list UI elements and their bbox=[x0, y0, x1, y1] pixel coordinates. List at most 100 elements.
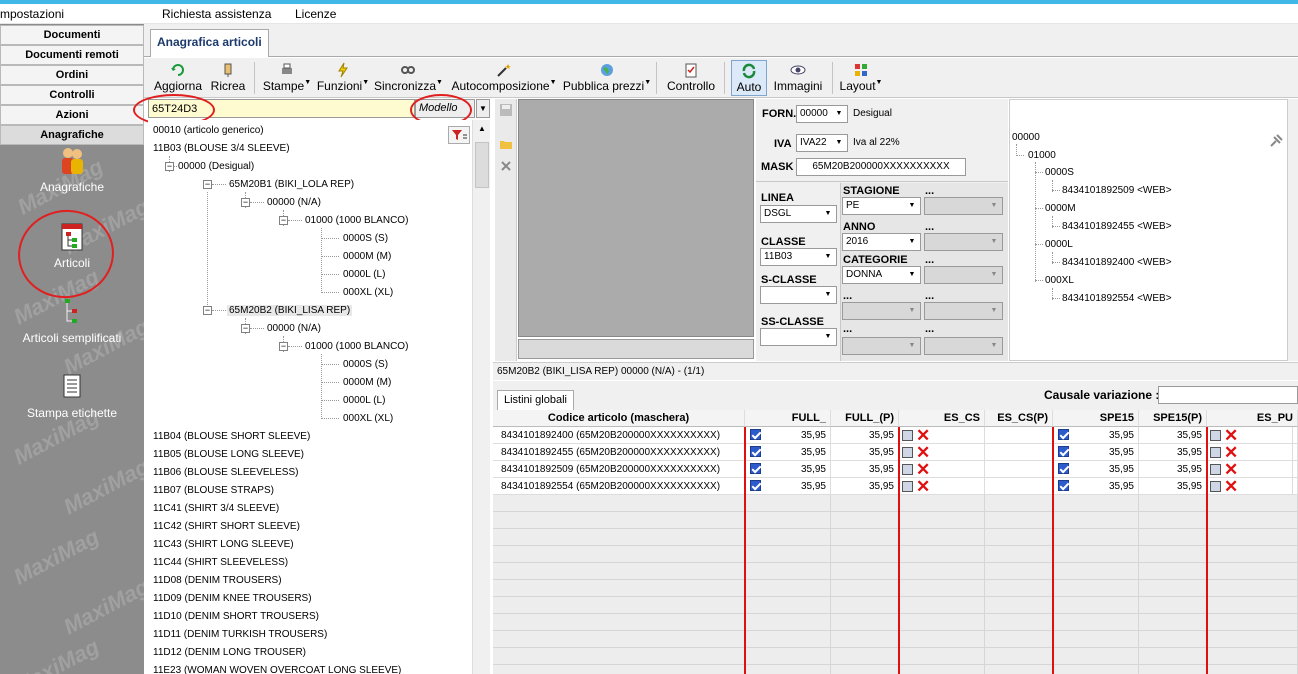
menu-impostazioni[interactable]: mpostazioni bbox=[0, 7, 64, 21]
folder-icon[interactable] bbox=[499, 137, 513, 151]
cell-empty[interactable] bbox=[985, 444, 1053, 461]
nav-icon-anagrafiche[interactable]: Anagrafiche bbox=[0, 146, 144, 194]
tree-node[interactable]: 00000 (Desigual) bbox=[178, 161, 254, 172]
tree-node[interactable]: 01000 (1000 BLANCO) bbox=[305, 215, 408, 226]
variant-node[interactable]: 0000S bbox=[1045, 167, 1074, 178]
cell-price-p[interactable]: 35,95 bbox=[831, 461, 899, 478]
linea-select[interactable]: DSGL ▼ bbox=[760, 205, 837, 223]
tree-node[interactable]: 11E23 (WOMAN WOVEN OVERCOAT LONG SLEEVE) bbox=[153, 665, 401, 674]
remove-price-icon[interactable]: ✕ bbox=[916, 444, 930, 461]
price-flag-checkbox[interactable] bbox=[1210, 481, 1221, 492]
tree-node[interactable]: 00010 (articolo generico) bbox=[153, 125, 264, 136]
price-flag-checkbox[interactable] bbox=[1210, 464, 1221, 475]
cell-price[interactable]: 35,95 bbox=[745, 427, 831, 444]
layout-button[interactable]: Layout▼ bbox=[838, 60, 884, 96]
variant-node[interactable]: 0000L bbox=[1045, 239, 1073, 250]
cell-empty[interactable] bbox=[985, 461, 1053, 478]
remove-price-icon[interactable]: ✕ bbox=[1224, 444, 1238, 461]
cell-empty[interactable] bbox=[1293, 427, 1298, 444]
tree-node[interactable]: 11B07 (BLOUSE STRAPS) bbox=[153, 485, 274, 496]
anno-select[interactable]: 2016 ▼ bbox=[842, 233, 921, 251]
tree-node[interactable]: 0000M (M) bbox=[343, 251, 391, 262]
causale-input[interactable] bbox=[1158, 386, 1298, 404]
cell-empty[interactable] bbox=[1293, 478, 1298, 495]
cell-codice[interactable]: 8434101892554 (65M20B200000XXXXXXXXXX) bbox=[493, 478, 745, 495]
tree-node[interactable]: 11B06 (BLOUSE SLEEVELESS) bbox=[153, 467, 298, 478]
tree-node[interactable]: 000XL (XL) bbox=[343, 287, 393, 298]
tree-node[interactable]: 00000 (N/A) bbox=[267, 197, 321, 208]
scroll-up-arrow[interactable]: ▲ bbox=[475, 124, 489, 138]
tree-node[interactable]: 11C42 (SHIRT SHORT SLEEVE) bbox=[153, 521, 300, 532]
scroll-thumb[interactable] bbox=[475, 142, 489, 188]
cell-codice[interactable]: 8434101892509 (65M20B200000XXXXXXXXXX) bbox=[493, 461, 745, 478]
price-flag-checkbox[interactable] bbox=[1210, 430, 1221, 441]
col-header-spe15[interactable]: SPE15 bbox=[1053, 410, 1139, 427]
delete-icon[interactable] bbox=[499, 159, 513, 173]
cell-price-p[interactable]: 35,95 bbox=[1139, 444, 1207, 461]
variant-barcode[interactable]: 8434101892400 <WEB> bbox=[1062, 257, 1172, 268]
col-header-es-cs-p[interactable]: ES_CS(P) bbox=[985, 410, 1053, 427]
stampe-button[interactable]: Stampe▼ bbox=[261, 60, 313, 96]
ricrea-button[interactable]: Ricrea bbox=[210, 60, 246, 96]
save-icon[interactable] bbox=[499, 103, 513, 117]
classe-select[interactable]: 11B03 ▼ bbox=[760, 248, 837, 266]
cell-price[interactable]: 35,95 bbox=[745, 461, 831, 478]
col-header-codice[interactable]: Codice articolo (maschera) bbox=[493, 410, 745, 427]
categorie-select[interactable]: DONNA ▼ bbox=[842, 266, 921, 284]
cell-empty[interactable] bbox=[1293, 444, 1298, 461]
variant-node[interactable]: 01000 bbox=[1028, 150, 1056, 161]
price-flag-checkbox[interactable] bbox=[902, 430, 913, 441]
tab-anagrafica-articoli[interactable]: Anagrafica articoli bbox=[150, 29, 269, 57]
nav-documenti[interactable]: Documenti bbox=[0, 25, 144, 45]
cell-price-p[interactable]: 35,95 bbox=[831, 478, 899, 495]
tree-collapse-toggle[interactable]: − bbox=[241, 198, 250, 207]
tree-node[interactable]: 11B04 (BLOUSE SHORT SLEEVE) bbox=[153, 431, 310, 442]
col-header-full[interactable]: FULL_ bbox=[745, 410, 831, 427]
tree-node[interactable]: 11B05 (BLOUSE LONG SLEEVE) bbox=[153, 449, 304, 460]
pubblica-prezzi-button[interactable]: Pubblica prezzi▼ bbox=[562, 60, 652, 96]
autocomposizione-button[interactable]: Autocomposizione▼ bbox=[448, 60, 560, 96]
cell-empty[interactable] bbox=[985, 427, 1053, 444]
tree-node[interactable]: 0000S (S) bbox=[343, 359, 388, 370]
price-enabled-checkbox[interactable] bbox=[1058, 446, 1069, 457]
tree-collapse-toggle[interactable]: − bbox=[203, 306, 212, 315]
ssclasse-select[interactable]: ▼ bbox=[760, 328, 837, 346]
cell-price-p[interactable]: 35,95 bbox=[1139, 427, 1207, 444]
nav-ordini[interactable]: Ordini bbox=[0, 65, 144, 85]
tree-node[interactable]: 11C41 (SHIRT 3/4 SLEEVE) bbox=[153, 503, 279, 514]
auto-button[interactable]: Auto bbox=[731, 60, 767, 96]
price-enabled-checkbox[interactable] bbox=[750, 463, 761, 474]
immagini-button[interactable]: Immagini bbox=[770, 60, 826, 96]
tree-node[interactable]: 11D08 (DENIM TROUSERS) bbox=[153, 575, 282, 586]
remove-price-icon[interactable]: ✕ bbox=[916, 461, 930, 478]
col-header-full-p[interactable]: FULL_(P) bbox=[831, 410, 899, 427]
cell-price-p[interactable]: 35,95 bbox=[1139, 478, 1207, 495]
cell-price[interactable]: 35,95 bbox=[745, 444, 831, 461]
variant-barcode[interactable]: 8434101892455 <WEB> bbox=[1062, 221, 1172, 232]
tree-node[interactable]: 11D10 (DENIM SHORT TROUSERS) bbox=[153, 611, 319, 622]
variant-barcode[interactable]: 8434101892509 <WEB> bbox=[1062, 185, 1172, 196]
tree-node-selected[interactable]: 65M20B2 (BIKI_LISA REP) bbox=[227, 305, 353, 316]
cell-codice[interactable]: 8434101892400 (65M20B200000XXXXXXXXXX) bbox=[493, 427, 745, 444]
tree-node[interactable]: 11D12 (DENIM LONG TROUSER) bbox=[153, 647, 306, 658]
stagione-select[interactable]: PE ▼ bbox=[842, 197, 921, 215]
tree-node[interactable]: 11D09 (DENIM KNEE TROUSERS) bbox=[153, 593, 312, 604]
tree-node[interactable]: 11B03 (BLOUSE 3/4 SLEEVE) bbox=[153, 143, 290, 154]
tab-listini-globali[interactable]: Listini globali bbox=[497, 390, 574, 410]
tree-node[interactable]: 11C43 (SHIRT LONG SLEEVE) bbox=[153, 539, 294, 550]
tree-node[interactable]: 11C44 (SHIRT SLEEVELESS) bbox=[153, 557, 288, 568]
price-flag-checkbox[interactable] bbox=[902, 481, 913, 492]
price-flag-checkbox[interactable] bbox=[1210, 447, 1221, 458]
remove-price-icon[interactable]: ✕ bbox=[1224, 427, 1238, 444]
menu-richiesta-assistenza[interactable]: Richiesta assistenza bbox=[162, 7, 271, 21]
tree-collapse-toggle[interactable]: − bbox=[279, 342, 288, 351]
nav-icon-stampa-etichette[interactable]: Stampa etichette bbox=[0, 372, 144, 420]
filter-button[interactable] bbox=[448, 126, 470, 144]
tree-node[interactable]: 0000L (L) bbox=[343, 269, 385, 280]
price-flag-checkbox[interactable] bbox=[902, 447, 913, 458]
forn-select[interactable]: 00000 ▼ bbox=[796, 105, 848, 123]
tree-node[interactable]: 0000S (S) bbox=[343, 233, 388, 244]
cell-price[interactable]: 35,95 bbox=[1053, 427, 1139, 444]
price-enabled-checkbox[interactable] bbox=[750, 480, 761, 491]
tree-node[interactable]: 00000 (N/A) bbox=[267, 323, 321, 334]
